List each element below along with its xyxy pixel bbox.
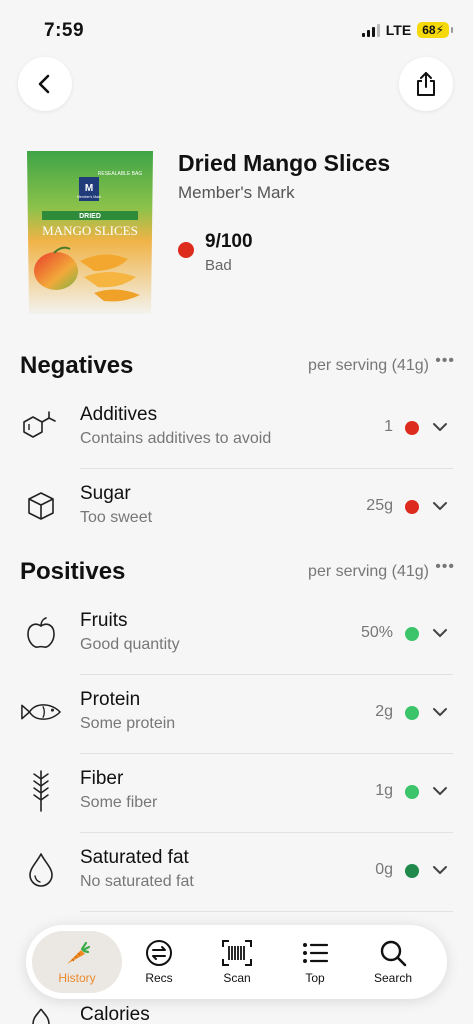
search-icon <box>380 940 407 967</box>
status-dot <box>405 627 419 641</box>
nutrient-value: 50% <box>360 624 393 641</box>
nutrient-row-fruits[interactable]: Fruits Good quantity 50% <box>0 596 473 675</box>
nutrient-description: Some protein <box>80 715 176 732</box>
nutrient-name: Sugar <box>80 483 131 504</box>
package-top-label: RESEALABLE BAG <box>98 171 143 177</box>
status-dot <box>405 864 419 878</box>
more-options-icon[interactable]: ••• <box>435 352 455 370</box>
tab-label: Recs <box>145 971 173 985</box>
package-logo: Member's Mark <box>77 195 101 199</box>
exchange-icon <box>146 940 172 966</box>
tab-label: Search <box>373 971 413 985</box>
svg-text:M: M <box>85 183 93 194</box>
positives-header: Positives per serving (41g) ••• <box>20 558 455 588</box>
apple-icon <box>20 612 62 654</box>
package-band: DRIED <box>79 213 101 220</box>
nutrient-name: Additives <box>80 404 158 425</box>
drop-icon <box>20 849 62 891</box>
status-dot <box>405 421 419 435</box>
additives-icon <box>20 406 62 448</box>
section-title: Negatives <box>20 352 134 379</box>
product-score: 9/100 <box>205 231 253 252</box>
wheat-icon <box>20 770 62 812</box>
tab-label: Scan <box>223 971 251 985</box>
product-image[interactable]: RESEALABLE BAG M Member's Mark DRIED MAN… <box>24 149 156 319</box>
nutrient-value: 25g <box>366 497 393 514</box>
per-serving-label: per serving (41g) <box>308 357 429 374</box>
chevron-left-icon <box>38 74 50 94</box>
nutrient-name: Protein <box>80 689 141 710</box>
nutrient-name: Fruits <box>80 610 128 631</box>
tab-label: History <box>58 971 96 985</box>
status-time: 7:59 <box>44 20 85 41</box>
carrot-icon <box>67 941 91 964</box>
nutrient-value: 1 <box>384 418 393 435</box>
tab-top[interactable]: Top <box>270 931 360 993</box>
back-button[interactable] <box>18 57 72 111</box>
nutrient-description: Contains additives to avoid <box>80 430 272 447</box>
more-options-icon[interactable]: ••• <box>435 558 455 576</box>
tab-search[interactable]: Search <box>348 931 438 993</box>
status-bar: 7:59 LTE 68⚡ <box>0 0 473 56</box>
network-label: LTE <box>385 22 412 38</box>
negatives-header: Negatives per serving (41g) ••• <box>20 352 455 382</box>
nutrient-description: Good quantity <box>80 636 180 653</box>
nutrient-description: No saturated fat <box>80 873 194 890</box>
package-name: MANGO SLICES <box>42 223 138 238</box>
nutrient-row-sugar[interactable]: Sugar Too sweet 25g <box>0 469 473 548</box>
nutrient-row-calories[interactable]: Calories <box>0 1000 473 1024</box>
barcode-icon <box>222 940 252 966</box>
nutrient-name: Fiber <box>80 768 124 789</box>
nutrient-row-fiber[interactable]: Fiber Some fiber 1g <box>0 754 473 833</box>
flame-icon <box>32 1008 50 1024</box>
divider <box>80 911 453 912</box>
tab-recs[interactable]: Recs <box>114 931 204 993</box>
score-indicator <box>178 242 194 258</box>
fish-icon <box>20 691 62 733</box>
nutrient-row-protein[interactable]: Protein Some protein 2g <box>0 675 473 754</box>
nutrient-row-saturated-fat[interactable]: Saturated fat No saturated fat 0g <box>0 833 473 912</box>
bottom-tab-bar: History Recs Scan Top Search <box>26 925 447 999</box>
product-brand: Member's Mark <box>178 183 295 202</box>
chevron-down-icon[interactable] <box>431 624 449 642</box>
nutrient-row-additives[interactable]: Additives Contains additives to avoid 1 <box>0 390 473 469</box>
battery-icon: 68⚡ <box>417 22 453 38</box>
nutrient-value: 0g <box>375 861 393 878</box>
status-dot <box>405 785 419 799</box>
battery-level: 68 <box>422 23 436 37</box>
chevron-down-icon[interactable] <box>431 861 449 879</box>
tab-label: Top <box>305 971 325 985</box>
nutrient-value: 1g <box>375 782 393 799</box>
status-indicators: LTE 68⚡ <box>361 22 453 38</box>
signal-icon <box>361 23 380 37</box>
product-title: Dried Mango Slices <box>178 150 391 176</box>
nutrient-name: Saturated fat <box>80 847 189 868</box>
chevron-down-icon[interactable] <box>431 782 449 800</box>
share-icon <box>417 72 435 96</box>
nutrient-description: Some fiber <box>80 794 158 811</box>
section-title: Positives <box>20 558 126 585</box>
chevron-down-icon[interactable] <box>431 497 449 515</box>
status-dot <box>405 706 419 720</box>
list-icon <box>303 943 329 963</box>
tab-history[interactable]: History <box>32 931 122 993</box>
chevron-down-icon[interactable] <box>431 418 449 436</box>
chevron-down-icon[interactable] <box>431 703 449 721</box>
status-dot <box>405 500 419 514</box>
per-serving-label: per serving (41g) <box>308 563 429 580</box>
share-button[interactable] <box>399 57 453 111</box>
nutrient-value: 2g <box>375 703 393 720</box>
tab-scan[interactable]: Scan <box>192 931 282 993</box>
cube-icon <box>20 485 62 527</box>
nutrient-description: Too sweet <box>80 509 153 526</box>
score-label: Bad <box>205 257 232 274</box>
product-header: RESEALABLE BAG M Member's Mark DRIED MAN… <box>0 145 473 325</box>
nutrient-name: Calories <box>80 1004 150 1024</box>
